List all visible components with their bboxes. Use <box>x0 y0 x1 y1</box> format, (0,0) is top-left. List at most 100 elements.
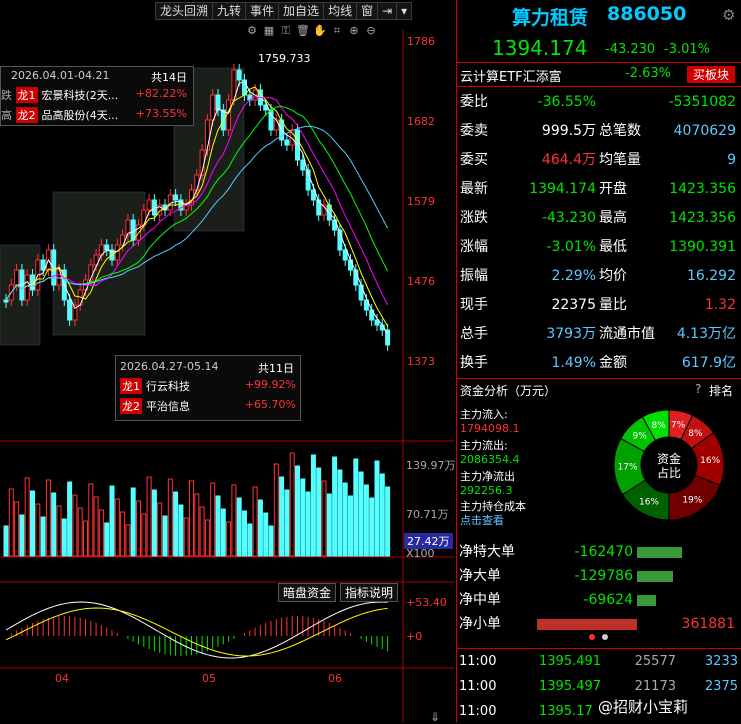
volume-bar <box>56 505 62 557</box>
volume-bar <box>369 497 375 557</box>
scroll-down-icon[interactable]: ⇓ <box>430 710 440 724</box>
quote-value: -36.55% <box>537 94 596 110</box>
netflow-label: 主力净流出 <box>460 470 515 483</box>
quote-value-2: 16.292 <box>687 268 736 284</box>
tip2-name2[interactable]: 平治信息 <box>146 400 190 413</box>
vol-label-1: 139.97万 <box>406 459 456 472</box>
candle-body <box>284 139 290 146</box>
quote-value: 1.49% <box>551 355 596 371</box>
volume-bar <box>204 519 210 557</box>
tip1-range: 2026.04.01-04.21 <box>11 69 110 82</box>
volume-bar <box>98 509 104 557</box>
candle-body <box>236 69 242 81</box>
volume-bar <box>93 496 99 557</box>
volume-bar <box>167 478 173 557</box>
settings-icon[interactable]: ⚙ <box>722 6 735 24</box>
volume-bar <box>19 514 25 557</box>
quote-value-2: 9 <box>727 152 736 168</box>
vol-unit: X100 <box>406 547 435 560</box>
quote-value-2: 1390.391 <box>669 239 736 255</box>
indicator-help-button[interactable]: 指标说明 <box>340 583 399 602</box>
quote-row: 换手 1.49% 金额 617.9亿 <box>457 349 741 378</box>
tip1-name2[interactable]: 品高股份(4天... <box>42 109 119 122</box>
candle-body <box>130 219 136 241</box>
tip2-pct1: +99.92% <box>244 378 296 391</box>
date-label-2: 05 <box>202 672 216 685</box>
volume-bar <box>252 486 258 557</box>
netflow-value: 292256.3 <box>460 484 513 497</box>
high-label: 1759.733 <box>258 52 311 65</box>
volume-bar <box>178 504 184 557</box>
etf-name[interactable]: 云计算ETF汇添富 <box>460 66 562 85</box>
volume-bar <box>109 485 115 557</box>
candle-body <box>226 99 232 131</box>
tip2-name1[interactable]: 行云科技 <box>146 380 190 393</box>
tip1-name1[interactable]: 宏景科技(2天... <box>42 89 119 102</box>
quote-label-2: 最高 <box>599 210 627 226</box>
quote-value-2: 1423.356 <box>669 181 736 197</box>
view-link[interactable]: 点击查看 <box>460 512 504 528</box>
leader-tooltip-2: 2026.04.27-05.14 共11日 龙1 行云科技 +99.92% 龙2 平… <box>115 355 301 421</box>
price-label-2: 1682 <box>407 115 435 128</box>
candle-body <box>273 119 279 131</box>
quote-label: 最新 <box>460 181 488 197</box>
help-icon[interactable]: ? <box>695 382 701 396</box>
tick-amount: 3233 <box>704 654 738 669</box>
quote-value: 22375 <box>551 297 596 313</box>
etf-pct: -2.63% <box>625 66 671 81</box>
inflow-value: 1794098.1 <box>460 422 520 435</box>
net-flow-row: 净小单 361881 <box>459 612 739 636</box>
vol-label-2: 70.71万 <box>406 508 449 521</box>
candle-body <box>194 174 200 191</box>
quote-value: 999.5万 <box>541 123 596 139</box>
volume-bar <box>51 492 57 557</box>
quote-label: 涨幅 <box>460 239 488 255</box>
date-label-1: 04 <box>55 672 69 685</box>
fund-title: 资金分析（万元） <box>460 384 557 398</box>
candle-body <box>173 194 179 201</box>
net-flow-value: -69624 <box>583 592 633 608</box>
net-flow-value: 361881 <box>681 616 735 632</box>
leader-tooltip-1: 2026.04.01-04.21 共14日 跌 龙1 宏景科技(2天... +82… <box>0 66 194 126</box>
volume-bar <box>215 495 221 557</box>
quote-label: 总手 <box>460 326 488 342</box>
volume-bar <box>67 481 73 557</box>
candle-body <box>14 269 20 286</box>
tip2-range: 2026.04.27-05.14 <box>120 360 219 373</box>
volume-bar <box>348 495 353 557</box>
tick-row: 11:00 1395.491 25577 3233 <box>457 650 741 674</box>
volume-bar <box>104 522 110 557</box>
tip1-pct1: +82.22% <box>135 87 187 100</box>
volume-bar <box>125 524 131 557</box>
volume-bar <box>279 476 285 557</box>
candle-body <box>268 109 274 131</box>
candle-body <box>385 329 391 346</box>
buy-sector-button[interactable]: 买板块 <box>687 66 736 83</box>
quote-label-2: 均笔量 <box>599 152 641 168</box>
volume-bar <box>151 489 157 557</box>
macd-label-1: +53.40 <box>406 596 447 609</box>
macd-label-2: +0 <box>406 630 423 643</box>
rank-link[interactable]: 排名 <box>709 382 733 399</box>
quote-value: 1394.174 <box>529 181 596 197</box>
sector-code: 886050 <box>607 3 687 25</box>
volume-bar <box>72 494 78 557</box>
candle-body <box>104 244 110 251</box>
quote-label: 委比 <box>460 94 488 110</box>
candle-body <box>348 259 353 271</box>
volume-bar <box>257 499 263 557</box>
volume-bar <box>141 513 147 557</box>
quote-label-2: 总笔数 <box>599 123 641 139</box>
volume-bar <box>136 500 141 557</box>
tick-time: 11:00 <box>459 654 497 669</box>
quote-value: -43.230 <box>541 210 596 226</box>
volume-bar <box>130 487 136 557</box>
quote-label-2: 均价 <box>599 268 627 284</box>
volume-bar <box>210 482 216 557</box>
tip2-tag1: 龙1 <box>120 378 142 394</box>
volume-bar <box>3 525 9 557</box>
watermark: @招财小宝莉 <box>598 698 689 716</box>
volume-bar <box>61 518 67 557</box>
volume-bar <box>226 521 232 557</box>
dark-pool-button[interactable]: 暗盘资金 <box>278 583 337 602</box>
